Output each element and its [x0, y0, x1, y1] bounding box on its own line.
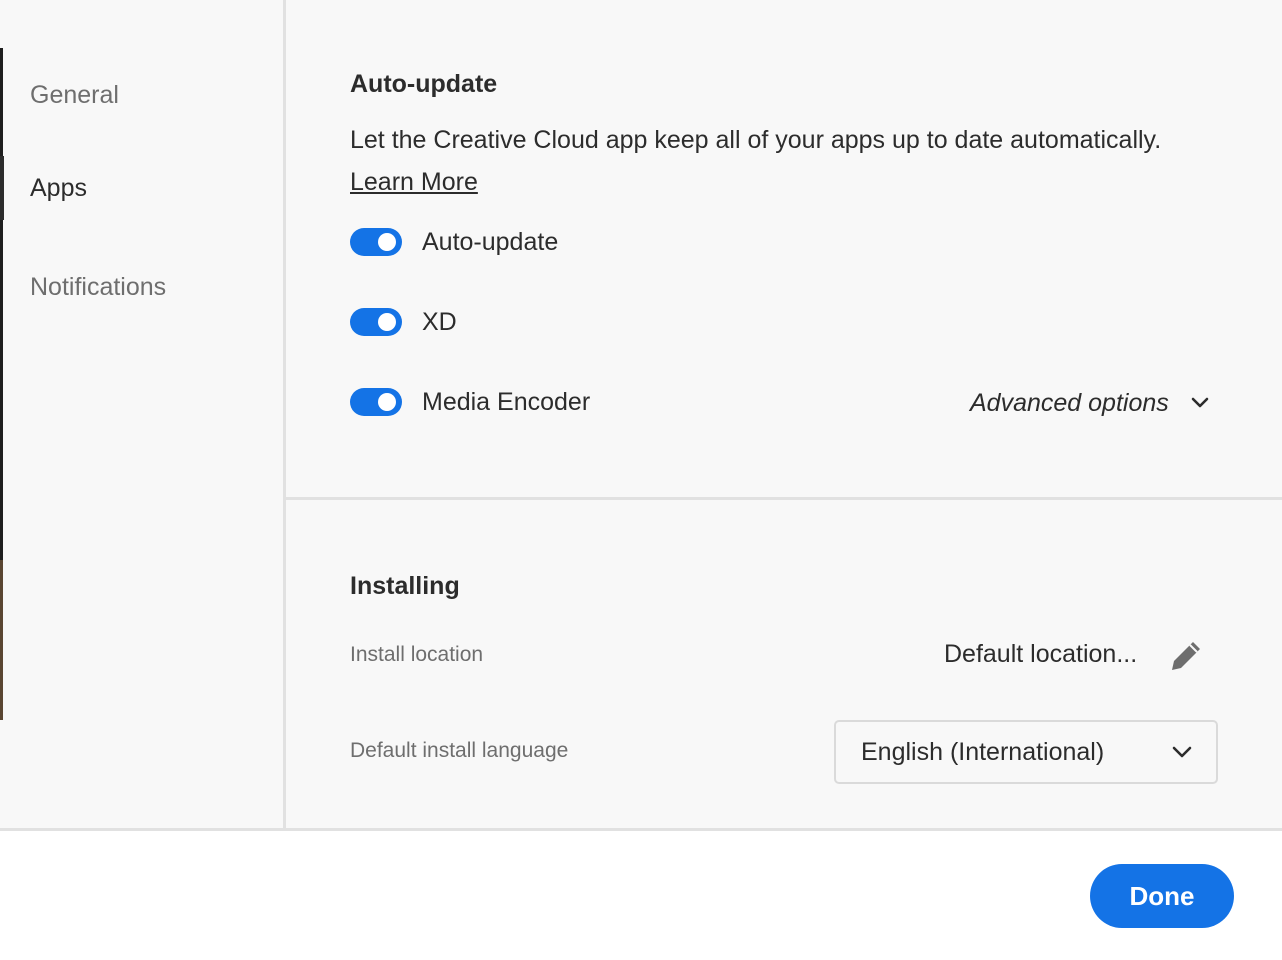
toggle-row-auto-update: Auto-update [350, 222, 558, 262]
toggle-knob [378, 393, 396, 411]
sidebar-item-general[interactable]: General [3, 63, 283, 127]
learn-more-link[interactable]: Learn More [350, 168, 478, 197]
auto-update-description: Let the Creative Cloud app keep all of y… [350, 126, 1162, 154]
sidebar-item-notifications[interactable]: Notifications [3, 255, 283, 319]
chevron-down-icon [1172, 746, 1192, 758]
sidebar-item-apps[interactable]: Apps [0, 156, 283, 220]
auto-update-title: Auto-update [350, 70, 498, 98]
pencil-icon[interactable] [1168, 638, 1204, 674]
toggle-label: Auto-update [422, 227, 559, 256]
toggle-label: XD [422, 307, 457, 336]
preferences-window: General Apps Notifications Auto-update L… [0, 0, 1282, 960]
sidebar: General Apps Notifications [0, 0, 283, 828]
auto-update-toggle[interactable] [350, 228, 402, 256]
installing-title: Installing [350, 572, 460, 600]
install-location-value: Default location... [944, 640, 1138, 668]
install-location-label: Install location [350, 643, 484, 666]
advanced-options-label: Advanced options [970, 388, 1169, 417]
xd-toggle[interactable] [350, 308, 402, 336]
language-select[interactable]: English (International) [834, 720, 1218, 784]
toggle-row-xd: XD [350, 302, 457, 342]
advanced-options-button[interactable]: Advanced options [970, 385, 1209, 421]
toggle-row-media-encoder: Media Encoder [350, 382, 590, 422]
done-button[interactable]: Done [1090, 864, 1234, 928]
sidebar-item-label: General [30, 80, 119, 109]
media-encoder-toggle[interactable] [350, 388, 402, 416]
language-select-value: English (International) [861, 737, 1105, 766]
default-install-language-label: Default install language [350, 739, 569, 762]
sidebar-item-label: Notifications [30, 272, 167, 301]
sidebar-item-label: Apps [30, 173, 87, 202]
section-divider [286, 497, 1282, 500]
toggle-knob [378, 313, 396, 331]
chevron-down-icon [1191, 397, 1209, 408]
toggle-label: Media Encoder [422, 387, 591, 416]
toggle-knob [378, 233, 396, 251]
